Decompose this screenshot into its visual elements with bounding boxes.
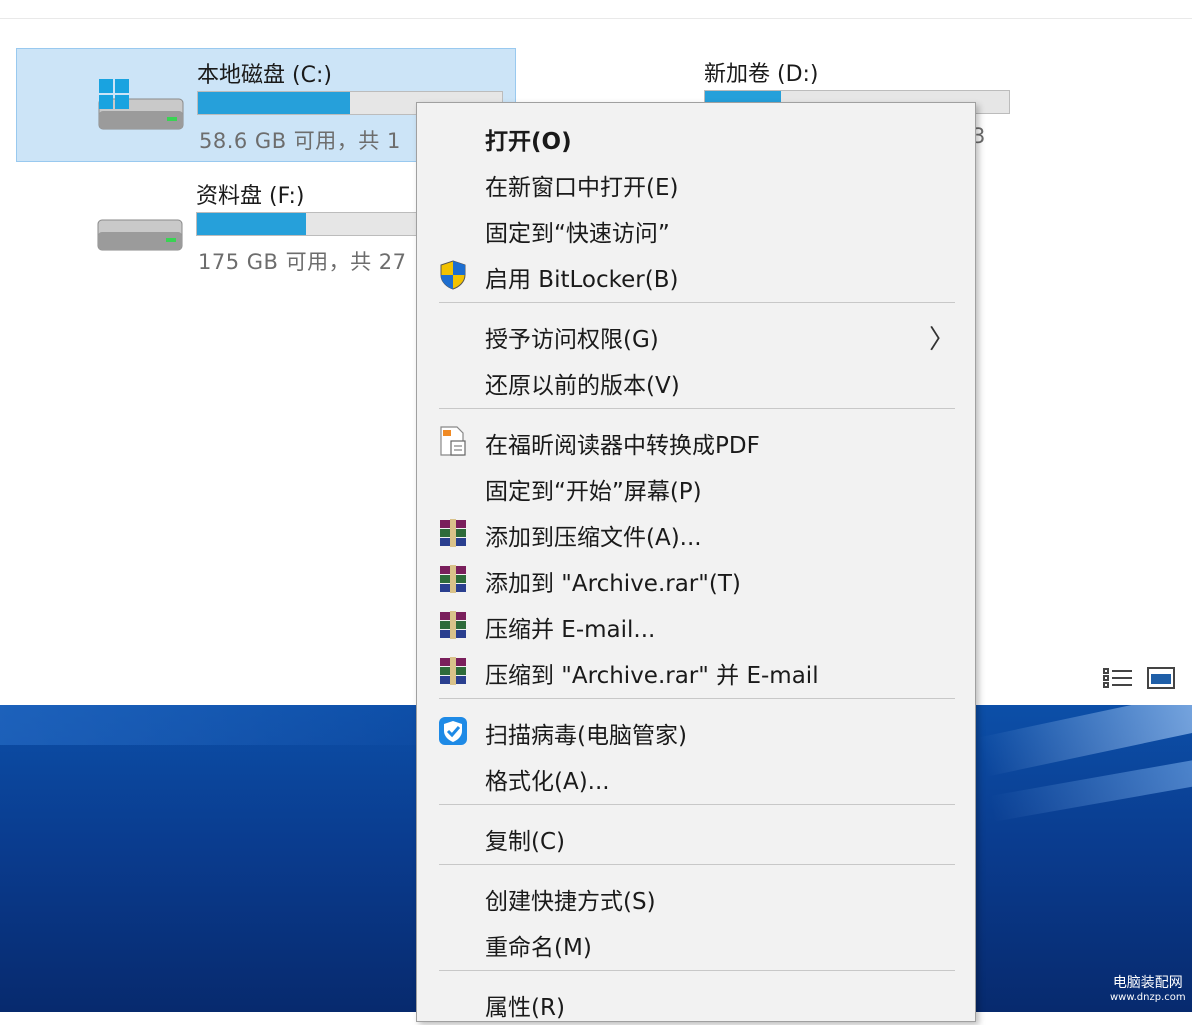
menu-item-label: 授予访问权限(G): [485, 327, 659, 353]
menu-item-copy[interactable]: 复制(C): [417, 815, 975, 859]
menu-item-rename[interactable]: 重命名(M): [417, 921, 975, 965]
menu-item-open-new-window[interactable]: 在新窗口中打开(E): [417, 161, 975, 205]
menu-item-label: 还原以前的版本(V): [485, 373, 680, 399]
context-menu: 打开(O) 在新窗口中打开(E) 固定到“快速访问” 启用 BitLocker(…: [416, 102, 976, 1022]
menu-item-label: 属性(R): [485, 995, 565, 1021]
chevron-right-icon: 〉: [928, 325, 955, 355]
menu-item-give-access[interactable]: 授予访问权限(G) 〉: [417, 313, 975, 357]
menu-item-bitlocker[interactable]: 启用 BitLocker(B): [417, 253, 975, 297]
system-drive-icon: [98, 79, 184, 130]
menu-item-label: 重命名(M): [485, 935, 592, 961]
menu-separator: [439, 864, 955, 865]
winrar-icon: [440, 611, 466, 639]
menu-separator: [439, 804, 955, 805]
menu-item-label: 固定到“快速访问”: [485, 221, 670, 247]
menu-item-label: 打开(O): [485, 129, 572, 155]
menu-item-label: 启用 BitLocker(B): [485, 267, 679, 293]
wallpaper-light: [0, 705, 420, 745]
menu-item-add-archive[interactable]: 添加到压缩文件(A)...: [417, 511, 975, 555]
winrar-icon: [440, 565, 466, 593]
watermark: 电脑装配网 www.dnzp.com: [1110, 972, 1186, 1003]
foxit-pdf-icon: [440, 426, 466, 456]
menu-separator: [439, 698, 955, 699]
drive-usage-fill: [197, 213, 307, 235]
menu-item-label: 格式化(A)...: [485, 769, 610, 795]
large-icons-view-icon[interactable]: [1146, 664, 1178, 692]
watermark-title: 电脑装配网: [1112, 975, 1183, 991]
hard-drive-icon: [97, 219, 183, 251]
menu-item-label: 创建快捷方式(S): [485, 889, 656, 915]
menu-separator: [439, 408, 955, 409]
menu-item-label: 压缩到 "Archive.rar" 并 E-mail: [485, 663, 819, 689]
menu-item-open[interactable]: 打开(O): [417, 115, 975, 159]
menu-item-label: 固定到“开始”屏幕(P): [485, 479, 702, 505]
menu-separator: [439, 970, 955, 971]
winrar-icon: [440, 519, 466, 547]
drive-usage-fill: [198, 92, 350, 114]
menu-item-pin-start[interactable]: 固定到“开始”屏幕(P): [417, 465, 975, 509]
menu-item-restore-versions[interactable]: 还原以前的版本(V): [417, 359, 975, 403]
menu-item-compress-email[interactable]: 压缩并 E-mail...: [417, 603, 975, 647]
drive-name: 资料盘 (F:): [196, 184, 305, 209]
menu-item-scan-virus[interactable]: 扫描病毒(电脑管家): [417, 709, 975, 753]
menu-item-compress-rar-email[interactable]: 压缩到 "Archive.rar" 并 E-mail: [417, 649, 975, 693]
menu-item-pin-quick-access[interactable]: 固定到“快速访问”: [417, 207, 975, 251]
menu-item-label: 在新窗口中打开(E): [485, 175, 679, 201]
menu-item-label: 压缩并 E-mail...: [485, 617, 656, 643]
drive-free-space: 175 GB 可用，共 27: [198, 250, 407, 274]
uac-shield-icon: [440, 260, 466, 290]
menu-item-format[interactable]: 格式化(A)...: [417, 755, 975, 799]
winrar-icon: [440, 657, 466, 685]
menu-separator: [439, 302, 955, 303]
menu-item-create-shortcut[interactable]: 创建快捷方式(S): [417, 875, 975, 919]
menu-item-label: 添加到压缩文件(A)...: [485, 525, 702, 551]
drive-free-space: 58.6 GB 可用，共 1: [199, 129, 401, 153]
menu-item-label: 在福昕阅读器中转换成PDF: [485, 433, 760, 459]
menu-item-properties[interactable]: 属性(R): [417, 981, 975, 1025]
menu-item-add-archive-rar[interactable]: 添加到 "Archive.rar"(T): [417, 557, 975, 601]
drive-name: 新加卷 (D:): [704, 62, 819, 87]
menu-item-label: 复制(C): [485, 829, 566, 855]
menu-item-label: 扫描病毒(电脑管家): [485, 723, 687, 749]
menu-item-label: 添加到 "Archive.rar"(T): [485, 571, 741, 597]
header-divider: [0, 18, 1192, 19]
drive-name: 本地磁盘 (C:): [197, 63, 332, 88]
tencent-guard-icon: [439, 717, 467, 745]
details-view-icon[interactable]: [1102, 664, 1134, 692]
watermark-url: www.dnzp.com: [1110, 992, 1186, 1003]
menu-item-convert-pdf[interactable]: 在福昕阅读器中转换成PDF: [417, 419, 975, 463]
